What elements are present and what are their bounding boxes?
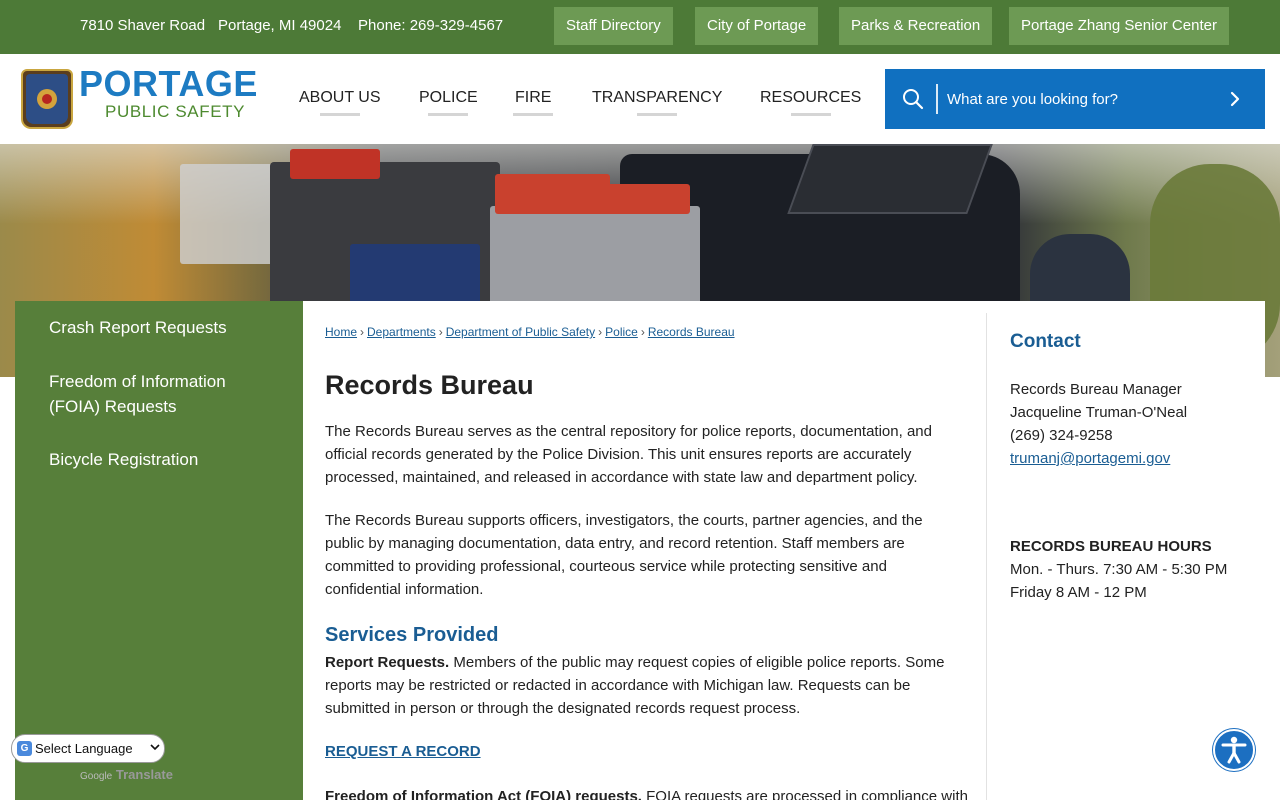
breadcrumb-records-bureau[interactable]: Records Bureau xyxy=(648,325,735,339)
language-select[interactable]: G Select Language xyxy=(11,734,165,763)
google-translate-icon: G xyxy=(17,741,32,756)
google-logo-text: Google xyxy=(80,771,113,782)
accessibility-button[interactable] xyxy=(1213,729,1255,771)
staff-directory-button[interactable]: Staff Directory xyxy=(554,7,673,45)
contact-heading: Contact xyxy=(1010,331,1081,352)
nav-transparency-label: TRANSPARENCY xyxy=(592,89,723,106)
site-header: PORTAGE PUBLIC SAFETY ABOUT US POLICE FI… xyxy=(0,54,1280,144)
powered-by-google[interactable]: Google Translate xyxy=(80,767,173,782)
foia-text: FOIA requests are processed in complianc… xyxy=(641,788,968,800)
report-requests-paragraph: Report Requests. Members of the public m… xyxy=(325,651,945,720)
contact-name: Jacqueline Truman-O'Neal xyxy=(1010,404,1188,421)
contact-phone[interactable]: (269) 324-9258 xyxy=(1010,424,1113,447)
city-of-portage-button[interactable]: City of Portage xyxy=(695,7,819,45)
top-utility-bar: 7810 Shaver Road Portage, MI 49024 Phone… xyxy=(0,0,1280,54)
search-divider xyxy=(936,84,938,114)
nav-resources-label: RESOURCES xyxy=(760,89,862,106)
sidenav-bicycle-registration[interactable]: Bicycle Registration xyxy=(49,447,269,472)
breadcrumb-departments[interactable]: Departments xyxy=(367,325,436,339)
nav-fire-label: FIRE xyxy=(515,89,552,106)
contact-role: Records Bureau Manager xyxy=(1010,381,1182,398)
nav-police[interactable]: POLICE xyxy=(419,89,478,116)
intro-paragraph: The Records Bureau serves as the central… xyxy=(325,423,932,486)
logo-wordmark[interactable]: PORTAGE xyxy=(79,66,258,102)
breadcrumb: Home › Departments › Department of Public Sa… xyxy=(325,325,735,339)
translate-text: Translate xyxy=(115,767,173,782)
request-a-record-link[interactable]: REQUEST A RECORD xyxy=(325,743,481,760)
chevron-right-icon[interactable] xyxy=(1227,89,1243,109)
language-select-label: Select Language xyxy=(35,741,133,756)
accessibility-icon xyxy=(1221,736,1247,764)
public-safety-badge-logo[interactable] xyxy=(21,69,73,129)
breadcrumb-police[interactable]: Police xyxy=(605,325,638,339)
search-bar xyxy=(885,69,1265,129)
chevron-down-icon xyxy=(150,744,160,751)
contact-email-row: trumanj@portagemi.gov xyxy=(1010,447,1170,470)
nav-resources[interactable]: RESOURCES xyxy=(760,89,862,116)
hours-friday: Friday 8 AM - 12 PM xyxy=(1010,584,1147,601)
sidenav-foia-requests[interactable]: Freedom of Information (FOIA) Requests xyxy=(49,369,269,419)
nav-transparency[interactable]: TRANSPARENCY xyxy=(592,89,723,116)
phone-number[interactable]: Phone: 269-329-4567 xyxy=(358,17,503,34)
senior-center-button[interactable]: Portage Zhang Senior Center xyxy=(1009,7,1229,45)
logo-subtitle[interactable]: PUBLIC SAFETY xyxy=(105,102,245,122)
address-city: Portage, MI 49024 xyxy=(218,17,342,34)
parks-recreation-button[interactable]: Parks & Recreation xyxy=(839,7,993,45)
page-title: Records Bureau xyxy=(325,370,534,400)
breadcrumb-public-safety[interactable]: Department of Public Safety xyxy=(446,325,595,339)
column-divider xyxy=(986,313,987,800)
hours-heading: RECORDS BUREAU HOURS xyxy=(1010,538,1212,555)
services-heading: Services Provided xyxy=(325,624,499,646)
breadcrumb-separator: › xyxy=(360,325,365,339)
nav-fire[interactable]: FIRE xyxy=(513,89,554,116)
foia-label: Freedom of Information Act (FOIA) reques… xyxy=(325,788,642,800)
foia-paragraph: Freedom of Information Act (FOIA) reques… xyxy=(325,785,968,800)
search-input[interactable] xyxy=(947,83,1217,115)
support-paragraph: The Records Bureau supports officers, in… xyxy=(325,512,923,598)
breadcrumb-separator: › xyxy=(438,325,443,339)
nav-about-us-label: ABOUT US xyxy=(299,89,381,106)
breadcrumb-home[interactable]: Home xyxy=(325,325,357,339)
main-content: Home › Departments › Department of Public Sa… xyxy=(303,301,1265,800)
search-icon[interactable] xyxy=(902,88,924,110)
nav-police-label: POLICE xyxy=(419,89,478,106)
side-navigation: Crash Report Requests Freedom of Informa… xyxy=(15,301,303,800)
report-requests-label: Report Requests. xyxy=(325,654,450,671)
contact-email-link[interactable]: trumanj@portagemi.gov xyxy=(1010,450,1170,467)
hours-weekday: Mon. - Thurs. 7:30 AM - 5:30 PM xyxy=(1010,561,1228,578)
sidenav-crash-report-requests[interactable]: Crash Report Requests xyxy=(49,315,269,340)
nav-about-us[interactable]: ABOUT US xyxy=(299,89,381,116)
breadcrumb-separator: › xyxy=(598,325,603,339)
breadcrumb-separator: › xyxy=(640,325,645,339)
address-street: 7810 Shaver Road xyxy=(80,17,206,34)
